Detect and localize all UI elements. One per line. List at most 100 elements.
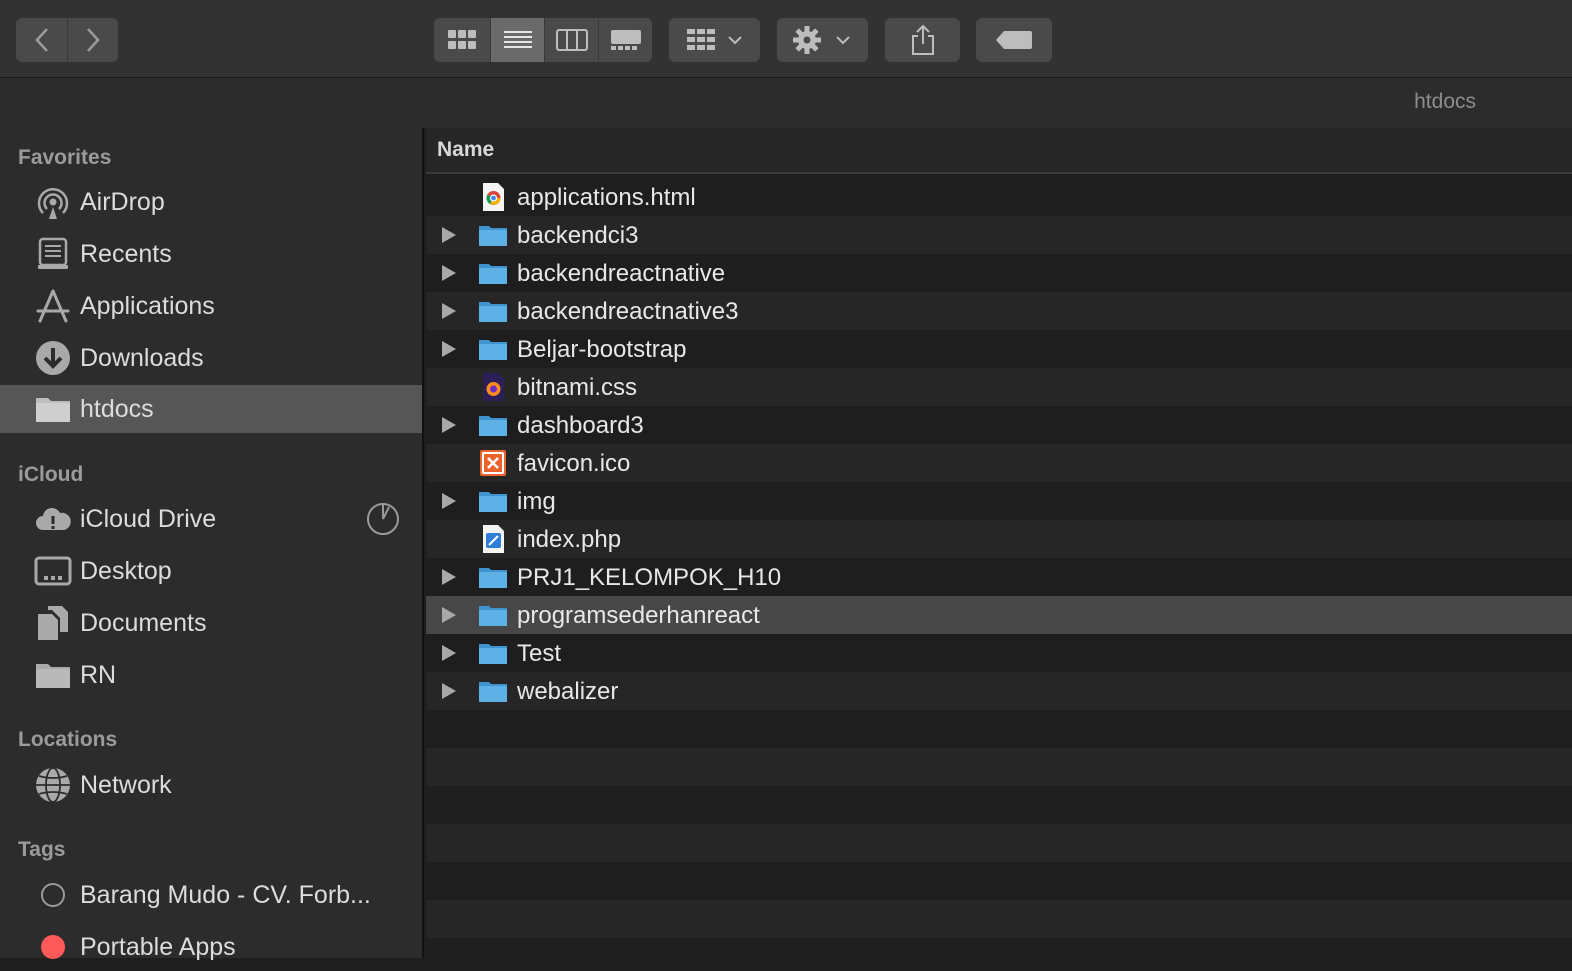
file-name: img — [517, 488, 556, 515]
html-file-icon — [478, 182, 508, 212]
file-name: PRJ1_KELOMPOK_H10 — [517, 564, 782, 591]
sidebar-item-applications[interactable]: Applications — [0, 282, 422, 330]
list-view-button[interactable] — [490, 18, 544, 62]
sidebar-item-label: RN — [80, 660, 117, 689]
column-header-name[interactable]: Name — [437, 138, 494, 162]
sidebar-item-downloads[interactable]: Downloads — [0, 334, 422, 382]
folder-row[interactable]: Beljar-bootstrap — [426, 330, 1572, 368]
folder-file-icon — [478, 600, 508, 630]
disclosure-triangle-icon[interactable] — [442, 493, 456, 509]
sidebar-item-label: Applications — [80, 291, 215, 320]
folder-row[interactable]: Test — [426, 634, 1572, 672]
file-row[interactable]: favicon.ico — [426, 444, 1572, 482]
back-button[interactable] — [16, 18, 67, 62]
folder-row[interactable]: webalizer — [426, 672, 1572, 710]
empty-row — [426, 900, 1572, 938]
tag-button[interactable] — [976, 18, 1052, 62]
view-switcher — [434, 18, 652, 62]
folder-file-icon — [478, 410, 508, 440]
sidebar-item-rn[interactable]: RN — [0, 651, 422, 699]
gallery-view-button[interactable] — [598, 18, 652, 62]
folder-file-icon — [478, 562, 508, 592]
folder-row[interactable]: PRJ1_KELOMPOK_H10 — [426, 558, 1572, 596]
empty-row — [426, 862, 1572, 900]
disclosure-triangle-icon[interactable] — [442, 341, 456, 357]
disclosure-triangle-icon[interactable] — [442, 645, 456, 661]
sidebar-item-label: Documents — [80, 608, 207, 637]
sidebar-tag-barang-mudo[interactable]: Barang Mudo - CV. Forb... — [0, 871, 422, 919]
folder-row[interactable]: dashboard3 — [426, 406, 1572, 444]
folder-file-icon — [478, 296, 508, 326]
downloads-icon — [34, 339, 72, 377]
file-name: dashboard3 — [517, 412, 644, 439]
list-header: Name — [426, 128, 1572, 174]
folder-file-icon — [478, 486, 508, 516]
sidebar-item-htdocs[interactable]: htdocs — [0, 385, 422, 433]
sidebar-item-label: Network — [80, 770, 172, 799]
sidebar-item-airdrop[interactable]: AirDrop — [0, 178, 422, 226]
sidebar-tag-portable-apps[interactable]: Portable Apps — [0, 923, 422, 971]
disclosure-triangle-icon[interactable] — [442, 683, 456, 699]
disclosure-triangle-icon[interactable] — [442, 227, 456, 243]
sidebar-item-label: Desktop — [80, 556, 172, 585]
sidebar-item-label: Recents — [80, 239, 172, 268]
file-name: backendci3 — [517, 222, 639, 249]
ico-file-icon — [478, 448, 508, 478]
sidebar-item-icloud-drive[interactable]: iCloud Drive — [0, 495, 422, 543]
file-row[interactable]: applications.html — [426, 178, 1572, 216]
locations-heading[interactable]: Locations — [18, 728, 117, 752]
file-name: programsederhanreact — [517, 602, 760, 629]
file-name: backendreactnative3 — [517, 298, 739, 325]
recents-icon — [34, 235, 72, 273]
icloud-icon — [34, 500, 72, 538]
folder-row[interactable]: backendreactnative3 — [426, 292, 1572, 330]
disclosure-triangle-icon[interactable] — [442, 417, 456, 433]
disclosure-triangle-icon[interactable] — [442, 265, 456, 281]
file-row[interactable]: bitnami.css — [426, 368, 1572, 406]
share-button[interactable] — [885, 18, 960, 62]
folder-file-icon — [478, 220, 508, 250]
php-file-icon — [478, 524, 508, 554]
icon-view-button[interactable] — [434, 18, 490, 62]
folder-row[interactable]: img — [426, 482, 1572, 520]
css-file-icon — [478, 372, 508, 402]
action-button[interactable] — [777, 18, 868, 62]
folder-file-icon — [478, 334, 508, 364]
folder-row[interactable]: backendreactnative — [426, 254, 1572, 292]
folder-row[interactable]: backendci3 — [426, 216, 1572, 254]
sidebar-item-desktop[interactable]: Desktop — [0, 547, 422, 595]
tag-icon — [996, 31, 1032, 49]
forward-button[interactable] — [67, 18, 118, 62]
group-button[interactable] — [669, 18, 760, 62]
nav-buttons — [16, 18, 118, 62]
file-name: bitnami.css — [517, 374, 638, 401]
folder-file-icon — [478, 676, 508, 706]
sidebar-item-documents[interactable]: Documents — [0, 599, 422, 647]
tags-heading[interactable]: Tags — [18, 838, 65, 862]
gallery-icon — [610, 30, 641, 50]
sidebar-item-label: Barang Mudo - CV. Forb... — [80, 880, 371, 909]
file-name: backendreactnative — [517, 260, 726, 287]
folder-file-icon — [478, 258, 508, 288]
columns-icon — [555, 29, 588, 51]
sidebar-item-recents[interactable]: Recents — [0, 230, 422, 278]
icloud-heading[interactable]: iCloud — [18, 463, 83, 487]
disclosure-triangle-icon[interactable] — [442, 569, 456, 585]
empty-row — [426, 748, 1572, 786]
tag-dot-icon — [34, 928, 72, 966]
column-view-button[interactable] — [544, 18, 598, 62]
sidebar-item-label: AirDrop — [80, 187, 165, 216]
sidebar-item-network[interactable]: Network — [0, 761, 422, 809]
folder-row[interactable]: programsederhanreact — [426, 596, 1572, 634]
list-icon — [503, 31, 532, 48]
favorites-heading[interactable]: Favorites — [18, 146, 111, 170]
file-row[interactable]: index.php — [426, 520, 1572, 558]
path-bar — [0, 78, 1572, 128]
folder-icon — [34, 390, 72, 428]
sidebar-item-label: iCloud Drive — [80, 504, 217, 533]
disclosure-triangle-icon[interactable] — [442, 607, 456, 623]
file-name: Test — [517, 640, 562, 667]
airdrop-icon — [34, 183, 72, 221]
empty-row — [426, 824, 1572, 862]
disclosure-triangle-icon[interactable] — [442, 303, 456, 319]
